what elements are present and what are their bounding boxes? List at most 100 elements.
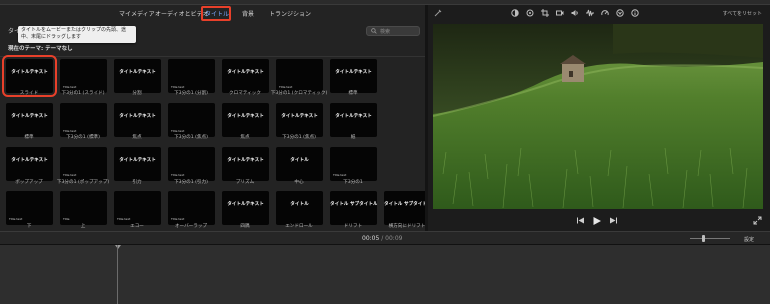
title-thumbnail[interactable]: タイトルテキスト bbox=[6, 103, 53, 137]
title-caption: 下3分の1 (焦点) bbox=[282, 135, 316, 140]
title-thumbnail[interactable]: タイトル サブタイトル bbox=[384, 191, 431, 225]
title-thumbnail[interactable]: タイトルテキスト bbox=[222, 103, 269, 137]
timecode-separator: / bbox=[381, 235, 384, 242]
color-correction-icon[interactable] bbox=[526, 9, 534, 17]
title-thumbnail[interactable]: タイトル サブタイトル bbox=[330, 191, 377, 225]
magic-wand-icon[interactable] bbox=[434, 9, 442, 17]
title-thumbnail[interactable]: タイトルテキスト bbox=[114, 103, 161, 137]
title-thumbnail-text: タイトル サブタイトル bbox=[384, 202, 431, 207]
search-placeholder: 検索 bbox=[380, 29, 391, 35]
title-thumbnail[interactable]: Title text bbox=[114, 191, 161, 225]
title-caption: 標準 bbox=[24, 135, 34, 140]
title-thumbnail[interactable]: タイトルテキスト bbox=[114, 59, 161, 93]
title-thumbnail-subtext: Title bbox=[63, 217, 70, 221]
title-thumbnail-subtext: Title text bbox=[63, 85, 77, 89]
title-thumbnail[interactable]: Title text bbox=[330, 147, 377, 181]
title-thumbnail-subtext: Title text bbox=[279, 85, 293, 89]
title-caption: ポップアップ bbox=[15, 180, 43, 185]
title-caption: 引力 bbox=[132, 180, 142, 185]
current-theme-label: 現在のテーマ: テーマなし bbox=[8, 46, 73, 52]
title-thumbnail-subtext: Title text bbox=[333, 173, 347, 177]
reset-all-button[interactable]: すべてをリセット bbox=[723, 10, 762, 17]
title-thumbnail[interactable]: タイトルテキスト bbox=[114, 147, 161, 181]
title-thumbnail[interactable]: タイトルテキスト bbox=[222, 147, 269, 181]
title-caption: 焦点 bbox=[132, 135, 142, 140]
viewer-toolbar: すべてをリセット bbox=[428, 5, 770, 21]
crop-icon[interactable] bbox=[541, 9, 549, 17]
title-thumbnail-text: タイトルテキスト bbox=[281, 114, 318, 119]
title-caption: 焦点 bbox=[240, 135, 250, 140]
title-thumbnail-text: タイトル bbox=[290, 158, 309, 163]
title-thumbnail-text: タイトルテキスト bbox=[11, 114, 48, 119]
play-icon[interactable] bbox=[592, 216, 602, 226]
title-thumbnail[interactable]: タイトルテキスト bbox=[276, 103, 323, 137]
drag-tooltip: タイトルをムービーまたはクリップの先頭、途中、末尾にドラッグします bbox=[18, 26, 136, 43]
title-thumbnail[interactable]: Title text bbox=[60, 59, 107, 93]
timeline-header: 00:05 / 00:09 設定 bbox=[0, 231, 770, 245]
stabilization-icon[interactable] bbox=[556, 9, 564, 17]
noise-reduction-icon[interactable] bbox=[586, 9, 594, 17]
current-time: 00:05 bbox=[362, 235, 380, 242]
search-field[interactable]: 検索 bbox=[366, 26, 420, 36]
title-caption: プリズム bbox=[235, 180, 255, 185]
playhead-handle[interactable] bbox=[115, 245, 121, 249]
playback-controls bbox=[428, 214, 770, 228]
title-thumbnail[interactable]: Title text bbox=[60, 147, 107, 181]
title-thumbnail[interactable]: タイトルテキスト bbox=[330, 103, 377, 137]
title-thumbnail-subtext: Title text bbox=[171, 129, 185, 133]
title-thumbnail-subtext: Title text bbox=[63, 129, 77, 133]
speed-icon[interactable] bbox=[601, 9, 609, 17]
title-thumbnail[interactable]: タイトルテキスト bbox=[222, 59, 269, 93]
color-balance-icon[interactable] bbox=[511, 9, 519, 17]
tab-backgrounds[interactable]: 背景 bbox=[242, 9, 254, 18]
title-caption: 下3分の1 (引力) bbox=[174, 180, 208, 185]
title-caption: 分割 bbox=[132, 91, 142, 96]
title-thumbnail-text: タイトルテキスト bbox=[227, 70, 264, 75]
title-caption: 上 bbox=[80, 224, 86, 229]
title-caption: 下3分の1 (焦点) bbox=[174, 135, 208, 140]
title-caption: 中心 bbox=[294, 180, 304, 185]
title-thumbnail[interactable]: Title text bbox=[276, 59, 323, 93]
timeline[interactable] bbox=[0, 245, 770, 304]
title-thumbnail[interactable]: タイトル bbox=[276, 191, 323, 225]
title-thumbnail[interactable]: タイトルテキスト bbox=[6, 147, 53, 181]
title-thumbnail-text: タイトルテキスト bbox=[119, 114, 156, 119]
tab-my-media[interactable]: マイメディア bbox=[119, 9, 155, 18]
zoom-slider-knob[interactable] bbox=[702, 235, 705, 242]
info-icon[interactable] bbox=[631, 9, 639, 17]
title-thumbnail[interactable]: Title text bbox=[168, 191, 215, 225]
playhead[interactable] bbox=[117, 245, 118, 304]
skip-forward-icon[interactable] bbox=[609, 216, 618, 225]
divider bbox=[0, 56, 425, 57]
clip-filter-icon[interactable] bbox=[616, 9, 624, 17]
title-thumbnail[interactable]: Title text bbox=[6, 191, 53, 225]
tab-transitions[interactable]: トランジション bbox=[269, 9, 311, 18]
title-thumbnail-text: タイトル bbox=[290, 202, 309, 207]
duration: 00:09 bbox=[385, 235, 403, 242]
title-caption: クロマティック bbox=[229, 91, 261, 96]
title-thumbnail[interactable]: Title text bbox=[168, 147, 215, 181]
title-thumbnail[interactable]: タイトルテキスト bbox=[222, 191, 269, 225]
title-thumbnail[interactable]: タイトルテキスト bbox=[2, 55, 57, 97]
video-preview[interactable] bbox=[433, 24, 763, 209]
volume-icon[interactable] bbox=[571, 9, 579, 17]
title-thumbnail[interactable]: タイトルテキスト bbox=[330, 59, 377, 93]
title-thumbnail[interactable]: Title text bbox=[168, 103, 215, 137]
title-thumbnail-subtext: Title text bbox=[171, 217, 185, 221]
title-caption: エコー bbox=[130, 224, 144, 229]
title-thumbnail-text: タイトルテキスト bbox=[227, 202, 264, 207]
title-thumbnail[interactable]: Title text bbox=[60, 103, 107, 137]
title-thumbnail-text: タイトルテキスト bbox=[335, 114, 372, 119]
timeline-settings-button[interactable]: 設定 bbox=[744, 236, 754, 243]
title-thumbnail[interactable]: Title bbox=[60, 191, 107, 225]
title-thumbnail[interactable]: タイトル bbox=[276, 147, 323, 181]
title-thumbnail-text: タイトルテキスト bbox=[119, 70, 156, 75]
title-thumbnail-subtext: Title text bbox=[117, 217, 131, 221]
title-thumbnail[interactable]: Title text bbox=[168, 59, 215, 93]
skip-back-icon[interactable] bbox=[576, 216, 585, 225]
title-caption: 下3分の1 (分割) bbox=[174, 91, 208, 96]
zoom-slider-track[interactable] bbox=[690, 238, 730, 239]
fullscreen-icon[interactable] bbox=[753, 216, 762, 225]
title-thumbnail-text: タイトルテキスト bbox=[227, 158, 264, 163]
title-thumbnail-text: タイトル サブタイトル bbox=[330, 202, 377, 207]
